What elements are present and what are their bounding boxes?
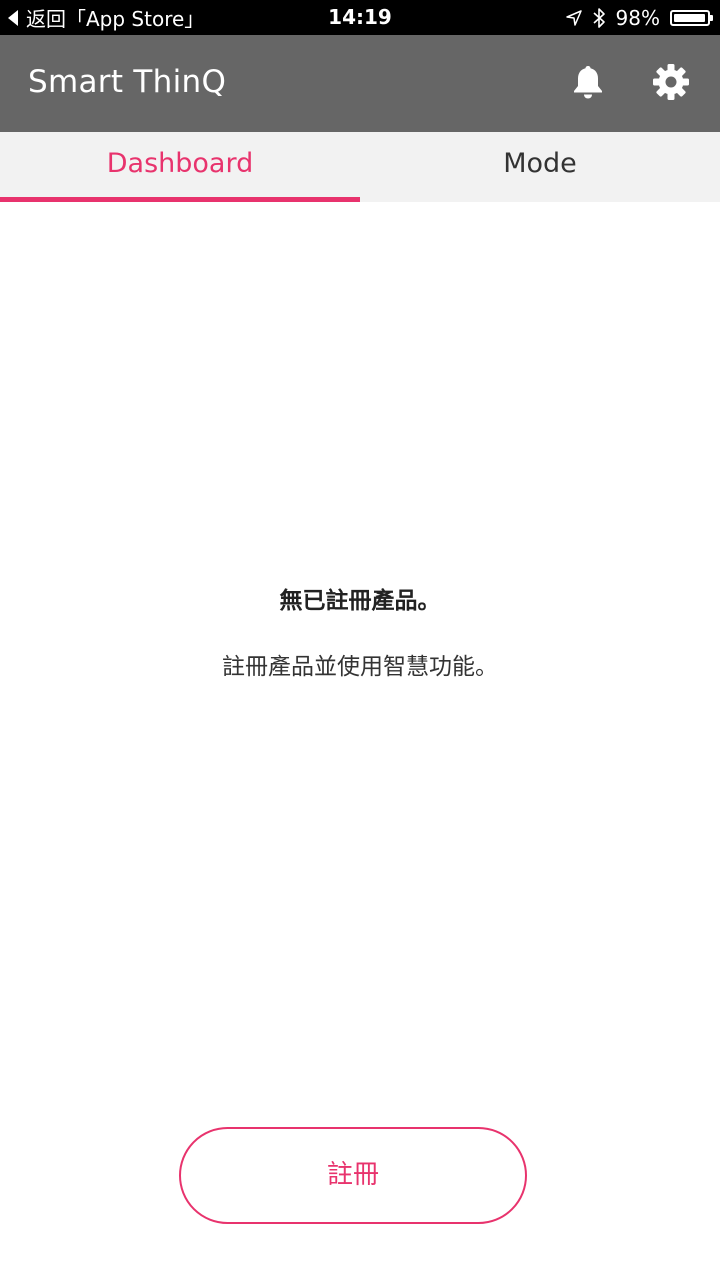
bell-icon <box>570 63 606 105</box>
app-title: Smart ThinQ <box>28 64 227 100</box>
app-header: Smart ThinQ <box>0 35 720 132</box>
battery-percent: 98% <box>615 5 660 30</box>
empty-state-description: 註冊產品並使用智慧功能。 <box>222 654 498 680</box>
battery-icon <box>670 9 713 26</box>
gear-icon <box>652 63 690 105</box>
bluetooth-icon <box>592 7 606 29</box>
register-button[interactable]: 註冊 <box>179 1127 527 1224</box>
notifications-button[interactable] <box>568 64 608 104</box>
location-arrow-icon <box>565 9 582 26</box>
status-indicators: 98% <box>565 0 713 35</box>
app-screen: 返回「App Store」 14:19 98% Smart ThinQ Dash… <box>0 0 720 1280</box>
tab-dashboard[interactable]: Dashboard <box>0 132 360 202</box>
battery-level <box>674 13 706 22</box>
status-bar: 返回「App Store」 14:19 98% <box>0 0 720 35</box>
tab-bar: Dashboard Mode <box>0 132 720 202</box>
empty-state: 無已註冊產品。 註冊產品並使用智慧功能。 <box>0 583 720 685</box>
settings-button[interactable] <box>651 64 691 104</box>
empty-state-title: 無已註冊產品。 <box>279 588 441 614</box>
tab-mode[interactable]: Mode <box>360 132 720 202</box>
